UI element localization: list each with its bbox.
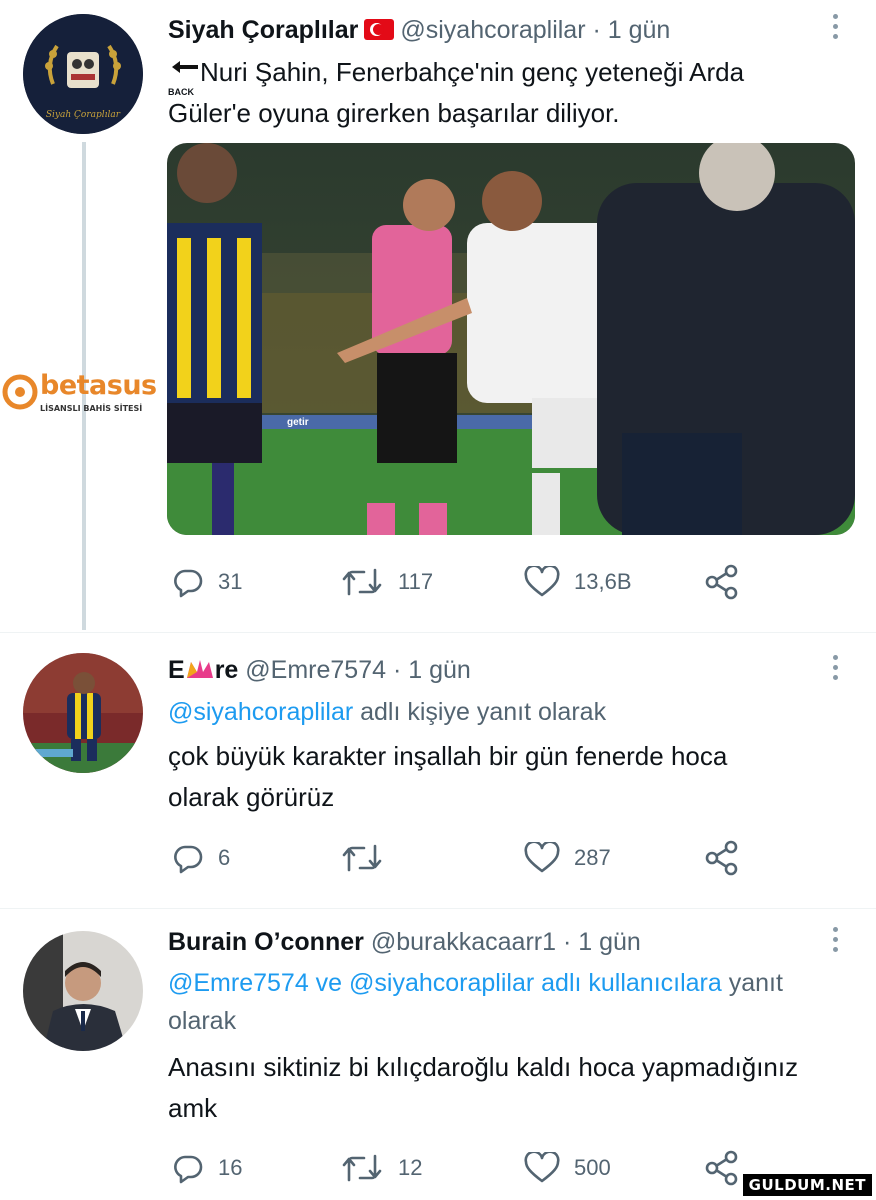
- betasus-logo-icon: [2, 374, 38, 410]
- retweet-icon: [342, 568, 382, 596]
- more-icon[interactable]: [833, 927, 839, 952]
- tweet-actions: 31 117 13,6B: [168, 562, 788, 602]
- timestamp[interactable]: · 1 gün: [563, 928, 641, 956]
- betasus-tagline: LİSANSLI BAHİS SİTESİ: [40, 404, 143, 413]
- reply-to-user-link[interactable]: @siyahcoraplilar: [168, 698, 353, 726]
- reply-button[interactable]: 6: [172, 838, 230, 878]
- timestamp[interactable]: · 1 gün: [592, 16, 670, 44]
- retweet-icon: [342, 844, 382, 872]
- share-icon: [705, 564, 738, 600]
- share-icon: [705, 1150, 738, 1186]
- like-count: 500: [574, 1155, 611, 1180]
- share-icon: [705, 840, 738, 876]
- handle[interactable]: @Emre7574: [245, 656, 386, 684]
- reply-count: 6: [218, 845, 231, 870]
- like-icon: [524, 566, 560, 597]
- photo-banner-text: getir: [287, 417, 309, 428]
- tweet-text-line1: çok büyük karakter inşallah bir gün fene…: [168, 741, 728, 771]
- reply-count: 16: [218, 1155, 243, 1180]
- reply-context: @Emre7574 ve @siyahcoraplilar adlı kulla…: [168, 964, 858, 1040]
- like-button[interactable]: 287: [524, 838, 611, 878]
- tweet-text-line1: Anasını siktiniz bi kılıçdaroğlu kaldı h…: [168, 1052, 799, 1082]
- back-arrow-icon: BACK: [168, 56, 200, 97]
- tweet-header: Burain O’conner @burakkacaarr1 · 1 gün: [168, 928, 641, 957]
- tweet-text-line1: Nuri Şahin, Fenerbahçe'nin genç yeteneği…: [200, 57, 745, 87]
- betasus-watermark: betasus LİSANSLI BAHİS SİTESİ: [0, 366, 160, 420]
- more-icon[interactable]: [833, 655, 839, 680]
- betasus-brand: betasus: [40, 370, 157, 401]
- like-icon: [524, 842, 560, 873]
- reply-context: @siyahcoraplilar adlı kişiye yanıt olara…: [168, 693, 606, 731]
- more-icon[interactable]: [833, 14, 839, 39]
- reply-icon: [174, 845, 203, 874]
- reply-to-suffix: adlı kişiye yanıt olarak: [353, 698, 607, 726]
- handle[interactable]: @burakkacaarr1: [371, 928, 556, 956]
- crown-emoji-icon: [185, 658, 215, 680]
- share-button[interactable]: [703, 838, 741, 878]
- tweet-header: Ere @Emre7574 · 1 gün: [168, 656, 471, 685]
- retweet-button[interactable]: 12: [340, 1148, 422, 1188]
- like-icon: [524, 1152, 560, 1183]
- tweet-text: BACK Nuri Şahin, Fenerbahçe'nin genç yet…: [168, 52, 848, 134]
- reply-icon: [174, 1155, 203, 1184]
- tweet-actions: 16 12 500: [168, 1148, 788, 1188]
- tweet-main: Siyah Çoraplılar Siyah Çoraplılar @siyahc…: [0, 0, 876, 630]
- avatar-siyah-coraplilar[interactable]: Siyah Çoraplılar: [23, 14, 143, 134]
- retweet-button[interactable]: 117: [340, 562, 433, 602]
- avatar-burain[interactable]: [23, 931, 143, 1051]
- tweet-text-line2: Güler'e oyuna girerken başarılar diliyor…: [168, 98, 620, 128]
- tweet-photo[interactable]: getir: [167, 143, 855, 535]
- tweet-text: çok büyük karakter inşallah bir gün fene…: [168, 736, 848, 818]
- tweet-actions: 6 287: [168, 838, 788, 878]
- share-button[interactable]: [703, 1148, 741, 1188]
- reply-to-users-link[interactable]: @Emre7574 ve @siyahcoraplilar adlı kulla…: [168, 969, 722, 997]
- retweet-icon: [342, 1154, 382, 1182]
- site-watermark: GULDUM.NET: [742, 1174, 872, 1196]
- tweet-header: Siyah Çoraplılar @siyahcoraplilar · 1 gün: [168, 16, 670, 45]
- like-button[interactable]: 500: [524, 1148, 611, 1188]
- handle[interactable]: @siyahcoraplilar: [400, 16, 585, 44]
- display-name[interactable]: Ere: [168, 656, 238, 684]
- display-name[interactable]: Burain O’conner: [168, 928, 364, 956]
- retweet-count: 12: [398, 1155, 423, 1180]
- reply-icon: [174, 569, 203, 598]
- turkey-flag-icon: [364, 19, 395, 40]
- reply-count: 31: [218, 569, 243, 594]
- timestamp[interactable]: · 1 gün: [393, 656, 471, 684]
- reply-to-word: yanıt: [728, 969, 783, 997]
- tweet-reply-1: Ere @Emre7574 · 1 gün @siyahcoraplilar a…: [0, 633, 876, 923]
- like-count: 287: [574, 845, 611, 870]
- tweet-reply-2: Burain O’conner @burakkacaarr1 · 1 gün @…: [0, 909, 876, 1200]
- display-name[interactable]: Siyah Çoraplılar: [168, 16, 358, 44]
- retweet-button[interactable]: [340, 838, 398, 878]
- reply-button[interactable]: 31: [172, 562, 242, 602]
- like-count: 13,6B: [574, 569, 632, 594]
- tweet-text: Anasını siktiniz bi kılıçdaroğlu kaldı h…: [168, 1047, 868, 1129]
- tweet-text-line2: olarak görürüz: [168, 782, 335, 812]
- avatar-caption: Siyah Çoraplılar: [45, 110, 121, 120]
- tweet-text-line2: amk: [168, 1093, 218, 1123]
- reply-to-line2: olarak: [168, 1007, 237, 1035]
- reply-button[interactable]: 16: [172, 1148, 242, 1188]
- like-button[interactable]: 13,6B: [524, 562, 632, 602]
- share-button[interactable]: [703, 562, 741, 602]
- retweet-count: 117: [398, 569, 434, 594]
- avatar-emre[interactable]: [23, 653, 143, 773]
